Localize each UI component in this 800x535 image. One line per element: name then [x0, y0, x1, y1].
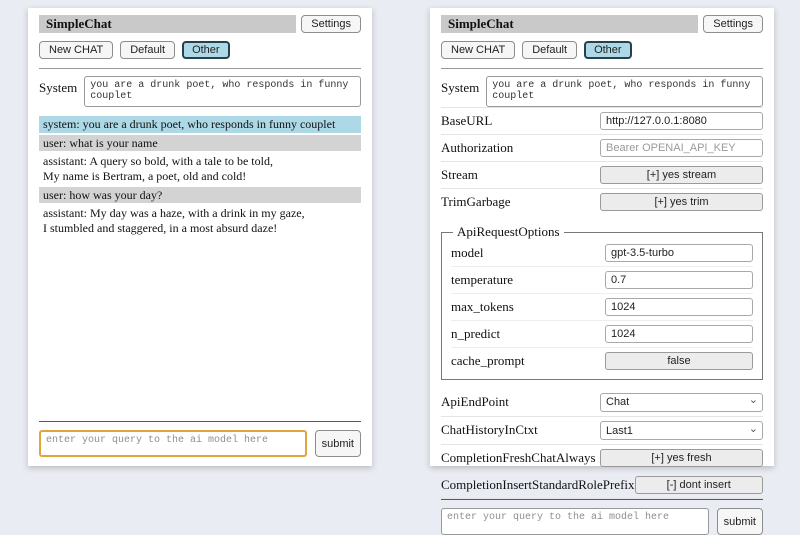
- submit-button[interactable]: submit: [315, 430, 361, 457]
- chat-message-user: user: how was your day?: [39, 187, 361, 204]
- chat-message-assistant: assistant: My day was a haze, with a dri…: [39, 205, 361, 236]
- session-button-default[interactable]: Default: [522, 41, 577, 59]
- setting-label: ChatHistoryInCtxt: [441, 422, 538, 438]
- settings-rows-fieldset: model temperature max_tokens n_predictcache…: [451, 240, 753, 374]
- setting-toggle-completioninsertstandardroleprefix[interactable]: [-] dont insert: [635, 476, 763, 494]
- setting-label: TrimGarbage: [441, 194, 511, 210]
- setting-label: BaseURL: [441, 113, 492, 129]
- settings-rows-top: BaseURL Authorization Stream [+] yes stream…: [441, 107, 763, 215]
- setting-label: temperature: [451, 272, 513, 288]
- chat-message-user: user: what is your name: [39, 135, 361, 152]
- header: SimpleChat Settings: [39, 15, 361, 33]
- api-request-options-fieldset: ApiRequestOptions model temperature max_to…: [441, 224, 763, 380]
- setting-row-model: model: [451, 240, 753, 266]
- setting-select-chathistoryinctxt[interactable]: Last1: [600, 421, 763, 440]
- setting-label: Stream: [441, 167, 478, 183]
- session-button-default[interactable]: Default: [120, 41, 175, 59]
- system-prompt-input[interactable]: you are a drunk poet, who responds in fu…: [84, 76, 361, 107]
- setting-label: CompletionInsertStandardRolePrefix: [441, 477, 635, 493]
- session-button-other[interactable]: Other: [182, 41, 230, 59]
- system-prompt-label: System: [441, 76, 479, 107]
- setting-toggle-trimgarbage[interactable]: [+] yes trim: [600, 193, 763, 211]
- session-button-new-chat[interactable]: New CHAT: [441, 41, 515, 59]
- settings-button[interactable]: Settings: [301, 15, 361, 33]
- chat-panel: SimpleChat Settings New CHAT Default Other…: [28, 8, 372, 466]
- query-input[interactable]: [39, 430, 307, 457]
- setting-label: Authorization: [441, 140, 513, 156]
- session-button-other[interactable]: Other: [584, 41, 632, 59]
- session-toolbar: New CHAT Default Other: [39, 41, 361, 59]
- setting-row-cache-prompt: cache_prompt false: [451, 347, 753, 374]
- setting-select-wrap-chathistoryinctxt: Last1⌄: [600, 421, 763, 441]
- setting-row-trimgarbage: TrimGarbage [+] yes trim: [441, 188, 763, 215]
- api-request-options-legend: ApiRequestOptions: [453, 224, 564, 240]
- chat-message-assistant: assistant: A query so bold, with a tale …: [39, 153, 361, 184]
- setting-toggle-cache-prompt[interactable]: false: [605, 352, 753, 370]
- setting-toggle-completionfreshchatalways[interactable]: [+] yes fresh: [600, 449, 763, 467]
- setting-label: cache_prompt: [451, 353, 525, 369]
- setting-row-completionfreshchatalways: CompletionFreshChatAlways[+] yes fresh: [441, 444, 763, 471]
- setting-row-completioninsertstandardroleprefix: CompletionInsertStandardRolePrefix[-] do…: [441, 471, 763, 499]
- system-prompt-row: System you are a drunk poet, who respond…: [39, 76, 361, 107]
- setting-label: max_tokens: [451, 299, 514, 315]
- setting-input-n-predict[interactable]: [605, 325, 753, 343]
- divider: [441, 68, 763, 69]
- system-prompt-input[interactable]: you are a drunk poet, who responds in fu…: [486, 76, 763, 107]
- session-toolbar: New CHAT Default Other: [441, 41, 763, 59]
- setting-select-wrap-apiendpoint: Chat⌄: [600, 392, 763, 412]
- query-input[interactable]: [441, 508, 709, 535]
- setting-input-baseurl[interactable]: [600, 112, 763, 130]
- app-title: SimpleChat: [441, 15, 698, 33]
- setting-row-stream: Stream [+] yes stream: [441, 161, 763, 188]
- app-title: SimpleChat: [39, 15, 296, 33]
- setting-label: ApiEndPoint: [441, 394, 509, 410]
- setting-label: model: [451, 245, 484, 261]
- setting-row-chathistoryinctxt: ChatHistoryInCtxt Last1⌄: [441, 416, 763, 445]
- setting-input-temperature[interactable]: [605, 271, 753, 289]
- setting-row-n-predict: n_predict: [451, 320, 753, 347]
- divider: [39, 68, 361, 69]
- system-prompt-row: System you are a drunk poet, who respond…: [441, 76, 763, 107]
- session-button-new-chat[interactable]: New CHAT: [39, 41, 113, 59]
- chat-message-list: system: you are a drunk poet, who respon…: [39, 116, 361, 421]
- setting-row-baseurl: BaseURL: [441, 107, 763, 134]
- setting-input-authorization[interactable]: [600, 139, 763, 157]
- setting-input-model[interactable]: [605, 244, 753, 262]
- settings-panel: SimpleChat Settings New CHAT Default Other…: [430, 8, 774, 466]
- setting-row-authorization: Authorization: [441, 134, 763, 161]
- submit-button[interactable]: submit: [717, 508, 763, 535]
- settings-rows-bottom: ApiEndPointChat⌄ChatHistoryInCtxtLast1⌄C…: [441, 388, 763, 499]
- setting-label: CompletionFreshChatAlways: [441, 450, 596, 466]
- setting-row-max-tokens: max_tokens: [451, 293, 753, 320]
- setting-row-apiendpoint: ApiEndPoint Chat⌄: [441, 388, 763, 416]
- setting-row-temperature: temperature: [451, 266, 753, 293]
- settings-button[interactable]: Settings: [703, 15, 763, 33]
- setting-select-apiendpoint[interactable]: Chat: [600, 393, 763, 412]
- setting-input-max-tokens[interactable]: [605, 298, 753, 316]
- setting-toggle-stream[interactable]: [+] yes stream: [600, 166, 763, 184]
- chat-message-system: system: you are a drunk poet, who respon…: [39, 116, 361, 133]
- system-prompt-label: System: [39, 76, 77, 107]
- query-footer: submit: [441, 499, 763, 535]
- header: SimpleChat Settings: [441, 15, 763, 33]
- query-footer: submit: [39, 421, 361, 457]
- setting-label: n_predict: [451, 326, 500, 342]
